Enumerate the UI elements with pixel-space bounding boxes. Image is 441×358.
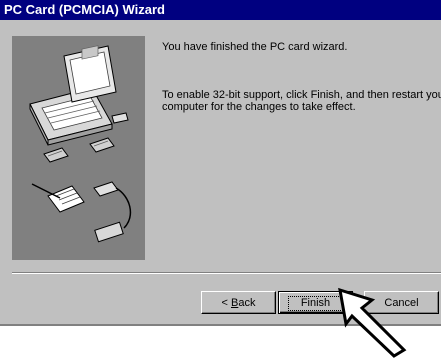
hand-pointer-arrow-icon (338, 287, 407, 358)
finished-message: You have finished the PC card wizard. (162, 41, 348, 53)
restart-instructions: To enable 32-bit support, click Finish, … (162, 89, 441, 113)
finish-button-label: Finish (287, 295, 344, 311)
wizard-window: PC Card (PCMCIA) Wizard You have finishe… (0, 0, 441, 326)
laptop-with-pc-cards-illustration (12, 36, 145, 260)
window-title: PC Card (PCMCIA) Wizard (0, 0, 441, 20)
button-separator (12, 272, 441, 274)
back-button[interactable]: < Back (201, 291, 276, 314)
back-button-prefix: < (221, 296, 231, 309)
back-button-rest: ack (238, 296, 256, 309)
